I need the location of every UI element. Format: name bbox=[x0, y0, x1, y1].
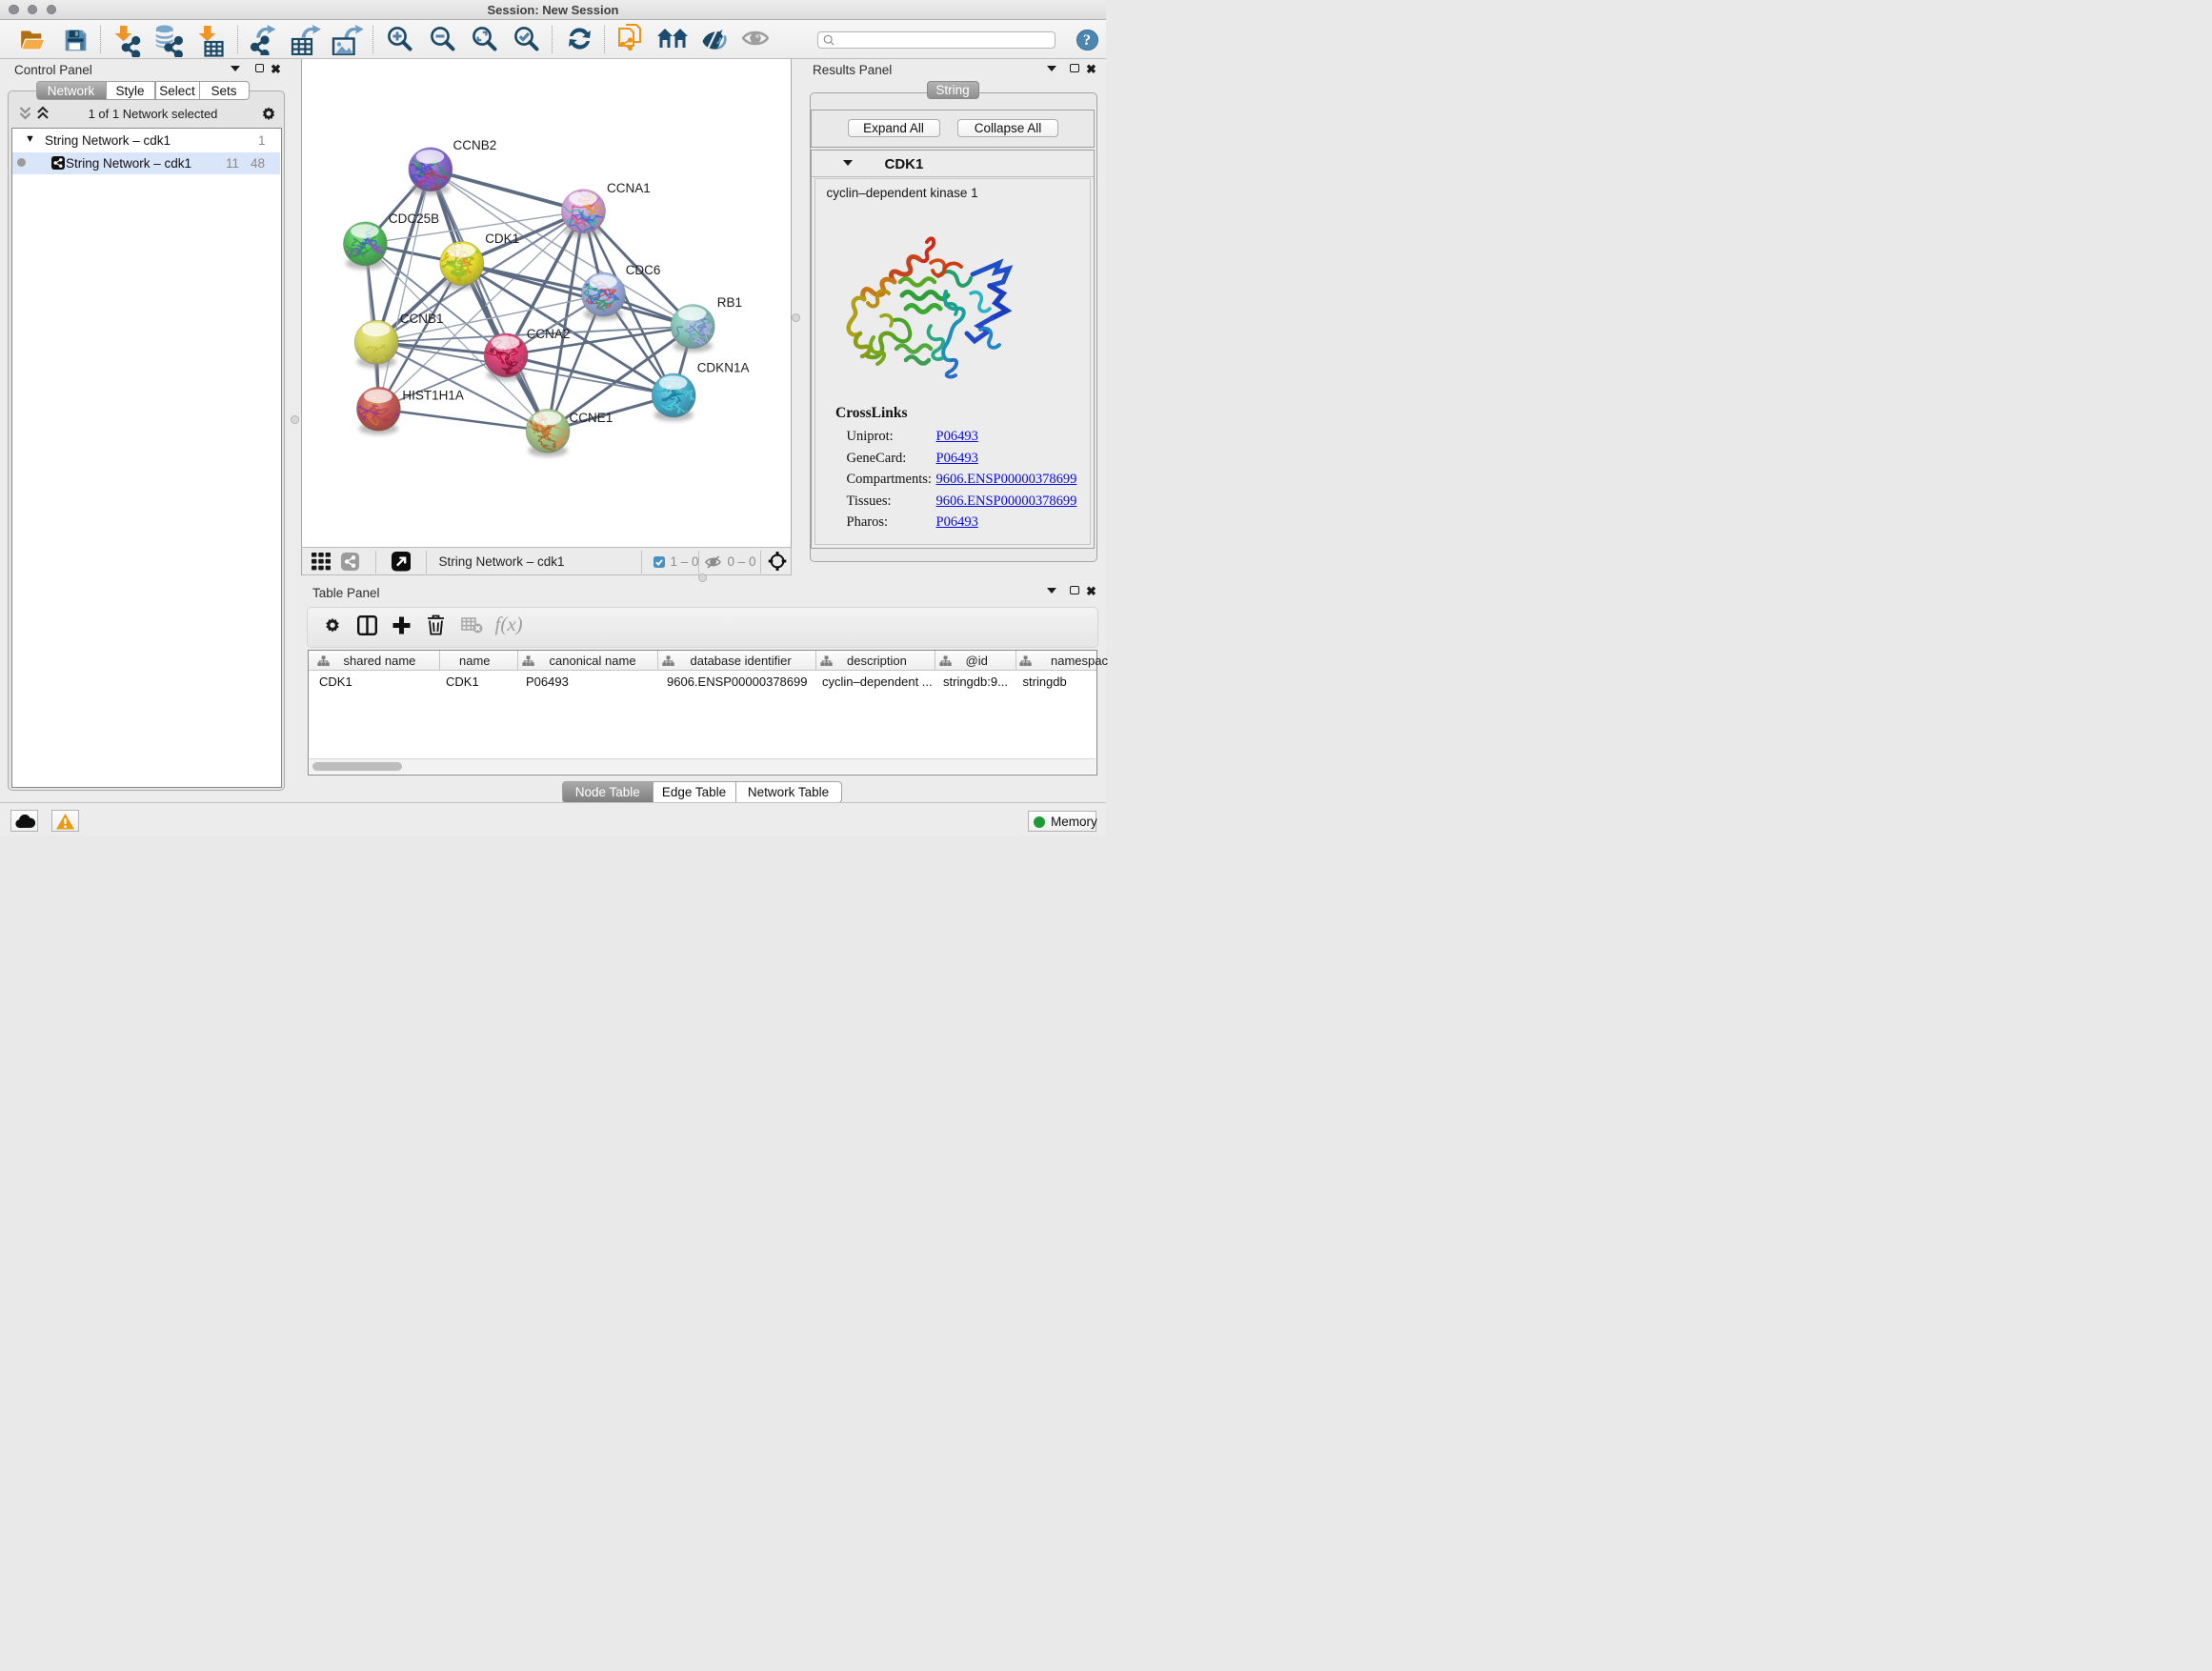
svg-text:CCNE1: CCNE1 bbox=[569, 411, 613, 425]
svg-text:HIST1H1A: HIST1H1A bbox=[402, 388, 464, 402]
svg-text:CDC25B: CDC25B bbox=[388, 211, 438, 226]
svg-text:CDK1: CDK1 bbox=[485, 232, 519, 246]
svg-text:CCNA1: CCNA1 bbox=[607, 181, 651, 195]
svg-text:CCNB1: CCNB1 bbox=[399, 312, 443, 326]
svg-text:CDKN1A: CDKN1A bbox=[696, 360, 749, 374]
svg-text:CCNB2: CCNB2 bbox=[452, 138, 496, 152]
svg-text:CDC6: CDC6 bbox=[625, 263, 660, 277]
svg-text:CCNA2: CCNA2 bbox=[526, 327, 570, 341]
svg-text:RB1: RB1 bbox=[716, 295, 741, 310]
